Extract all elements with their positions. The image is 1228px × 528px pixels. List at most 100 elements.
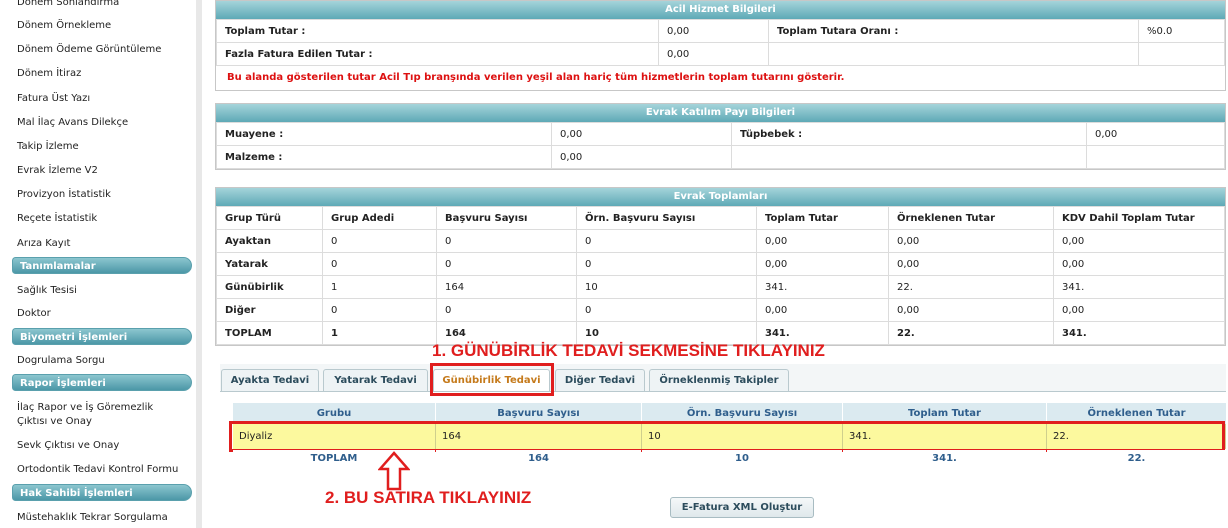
table-cell: 0,00 (756, 252, 889, 276)
grid-header-orneklenen-tutar: Örneklenen Tutar (1047, 403, 1226, 424)
table-cell: 0 (576, 229, 757, 253)
table-cell: Diğer (216, 298, 323, 322)
table-cell: 1 (322, 321, 437, 345)
grid-row-diyaliz-orn-basvuru[interactable]: 10 (642, 424, 843, 449)
evrak-toplamlari-table: Grup Türü Grup Adedi Başvuru Sayısı Örn.… (216, 206, 1225, 345)
table-cell: 0 (436, 298, 577, 322)
sidebar-header-biyometri[interactable]: Biyometri İşlemleri (12, 328, 192, 345)
evrak-toplamlari-panel: Evrak Toplamları Grup Türü Grup Adedi Ba… (215, 187, 1226, 346)
sidebar-item-ortodontik[interactable]: Ortodontik Tedavi Kontrol Formu (17, 463, 178, 476)
sidebar-header-hak-sahibi[interactable]: Hak Sahibi İşlemleri (12, 484, 192, 501)
efatura-xml-button[interactable]: E-Fatura XML Oluştur (670, 497, 814, 518)
sidebar-item-recete-istatistik[interactable]: Reçete İstatistik (17, 212, 97, 225)
table-cell: 0,00 (888, 298, 1054, 322)
fazla-fatura-value: 0,00 (658, 42, 769, 66)
malzeme-value: 0,00 (551, 145, 732, 169)
table-cell: 164 (436, 275, 577, 299)
sidebar-item-doktor[interactable]: Doktor (17, 307, 51, 320)
acil-hizmet-table: Toplam Tutar : 0,00 Toplam Tutara Oranı … (216, 19, 1225, 66)
sidebar: Dönem Sonlandırma Dönem Örnekleme Dönem … (0, 0, 202, 528)
annotation-step2: 2. BU SATIRA TIKLAYINIZ (325, 488, 532, 507)
grid-total-toplam-tutar: 341. (843, 450, 1046, 468)
sidebar-item-donem-odeme[interactable]: Dönem Ödeme Görüntüleme (17, 43, 161, 56)
grid-row-diyaliz-toplam-tutar[interactable]: 341. (843, 424, 1047, 449)
col-orn-basvuru: Örn. Başvuru Sayısı (576, 206, 757, 230)
malzeme-label: Malzeme : (216, 145, 552, 169)
grid-header-basvuru: Başvuru Sayısı (436, 403, 641, 424)
grid-row-diyaliz-grubu[interactable]: Diyaliz (233, 424, 436, 449)
sidebar-item-ilac-rapor[interactable]: İlaç Rapor ve İş Göremezlik (17, 401, 153, 414)
oran-label: Toplam Tutara Oranı : (768, 19, 1139, 43)
table-cell: 0 (436, 252, 577, 276)
table-row-yatarak: Yatarak 0 0 0 0,00 0,00 0,00 (216, 252, 1225, 276)
table-cell: 22. (888, 321, 1054, 345)
table-cell: Günübirlik (216, 275, 323, 299)
table-cell: 0 (322, 298, 437, 322)
table-row-gunubirlik: Günübirlik 1 164 10 341. 22. 341. (216, 275, 1225, 299)
sidebar-item-mustehaklik[interactable]: Müstehaklık Tekrar Sorgulama (17, 511, 168, 524)
sidebar-item-donem-sonlandirma[interactable]: Dönem Sonlandırma (17, 0, 119, 9)
tupbebek-value: 0,00 (1086, 122, 1225, 146)
tab-yatarak-tedavi[interactable]: Yatarak Tedavi (323, 369, 428, 391)
table-cell: 0 (322, 252, 437, 276)
col-kdv-dahil: KDV Dahil Toplam Tutar (1053, 206, 1225, 230)
sidebar-item-saglik-tesisi[interactable]: Sağlık Tesisi (17, 284, 77, 297)
table-cell: Ayaktan (216, 229, 323, 253)
table-cell: 1 (322, 275, 437, 299)
grid-row-diyaliz-basvuru[interactable]: 164 (436, 424, 642, 449)
grid-header-grubu: Grubu (233, 403, 435, 424)
tab-ayakta-tedavi[interactable]: Ayakta Tedavi (221, 369, 319, 391)
sidebar-header-rapor[interactable]: Rapor İşlemleri (12, 374, 192, 391)
sidebar-item-donem-ornekleme[interactable]: Dönem Örnekleme (17, 19, 111, 32)
sidebar-item-donem-itiraz[interactable]: Dönem İtiraz (17, 67, 81, 80)
sidebar-item-fatura-ust-yazi[interactable]: Fatura Üst Yazı (17, 92, 90, 105)
tab-gunubirlik-tedavi[interactable]: Günübirlik Tedavi (433, 369, 550, 391)
tab-diger-tedavi[interactable]: Diğer Tedavi (555, 369, 645, 391)
table-cell: 22. (888, 275, 1054, 299)
table-cell: 0,00 (1053, 298, 1225, 322)
sidebar-item-provizyon-istatistik[interactable]: Provizyon İstatistik (17, 188, 111, 201)
table-cell: TOPLAM (216, 321, 323, 345)
tab-orneklenmis-takipler[interactable]: Örneklenmiş Takipler (649, 369, 789, 391)
sidebar-header-tanimlamalar[interactable]: Tanımlamalar (12, 257, 192, 274)
acil-note: Bu alanda gösterilen tutar Acil Tıp bran… (227, 72, 845, 83)
table-row-ayaktan: Ayaktan 0 0 0 0,00 0,00 0,00 (216, 229, 1225, 253)
katilim-payi-title: Evrak Katılım Payı Bilgileri (216, 104, 1225, 122)
col-grup-adedi: Grup Adedi (322, 206, 437, 230)
table-cell: 0 (322, 229, 437, 253)
col-basvuru-sayisi: Başvuru Sayısı (436, 206, 577, 230)
acil-hizmet-title: Acil Hizmet Bilgileri (216, 1, 1225, 19)
toplam-tutar-value: 0,00 (658, 19, 769, 43)
grid-header-orn-basvuru: Örn. Başvuru Sayısı (642, 403, 842, 424)
sidebar-item-mal-ilac-avans[interactable]: Mal İlaç Avans Dilekçe (17, 116, 128, 129)
toplam-tutar-label: Toplam Tutar : (216, 19, 659, 43)
katilim-payi-table: Muayene : 0,00 Tüpbebek : 0,00 Malzeme :… (216, 122, 1225, 169)
evrak-toplamlari-title: Evrak Toplamları (216, 188, 1225, 206)
acil-hizmet-panel: Acil Hizmet Bilgileri Toplam Tutar : 0,0… (215, 0, 1226, 91)
table-cell: 0,00 (888, 229, 1054, 253)
grid-row-diyaliz-orneklenen[interactable]: 22. (1047, 424, 1226, 449)
muayene-value: 0,00 (551, 122, 732, 146)
table-row-diger: Diğer 0 0 0 0,00 0,00 0,00 (216, 298, 1225, 322)
sidebar-item-takip-izleme[interactable]: Takip İzleme (17, 140, 79, 153)
grid-total-orneklenen: 22. (1047, 450, 1226, 468)
grid-total-basvuru: 164 (436, 450, 641, 468)
table-cell: 341. (1053, 321, 1225, 345)
sidebar-scrollbar[interactable] (196, 0, 202, 528)
sidebar-item-evrak-izleme[interactable]: Evrak İzleme V2 (17, 164, 98, 177)
sidebar-item-ilac-rapor-cont[interactable]: Çıktısı ve Onay (17, 415, 92, 428)
sidebar-item-ariza-kayit[interactable]: Arıza Kayıt (17, 237, 70, 250)
sidebar-item-dogrulama-sorgu[interactable]: Dogrulama Sorgu (17, 354, 105, 367)
katilim-payi-panel: Evrak Katılım Payı Bilgileri Muayene : 0… (215, 103, 1226, 170)
grid-total-orn-basvuru: 10 (642, 450, 842, 468)
up-arrow-icon (378, 451, 410, 491)
grid-header-toplam-tutar: Toplam Tutar (843, 403, 1046, 424)
fazla-fatura-label: Fazla Fatura Edilen Tutar : (216, 42, 659, 66)
table-cell: 0 (576, 298, 757, 322)
table-cell: 0 (576, 252, 757, 276)
oran-value: %0.0 (1138, 19, 1225, 43)
table-cell: Yatarak (216, 252, 323, 276)
table-cell: 0,00 (756, 298, 889, 322)
sidebar-item-sevk-ciktisi[interactable]: Sevk Çıktısı ve Onay (17, 439, 119, 452)
table-cell: 0,00 (1053, 252, 1225, 276)
